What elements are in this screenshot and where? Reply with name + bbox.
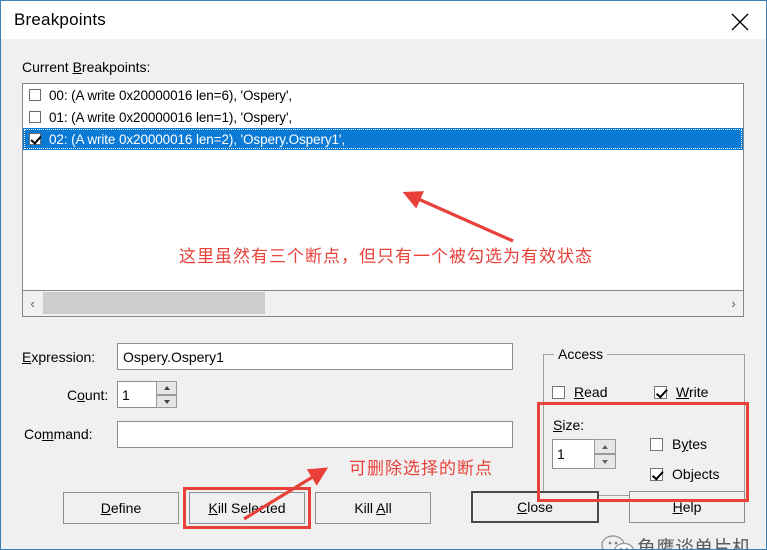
bytes-label: Bytes — [672, 436, 708, 452]
close-window-button[interactable] — [714, 1, 766, 38]
size-label: Size: — [553, 417, 585, 433]
wechat-icon — [601, 535, 634, 549]
access-groupbox-legend: Access — [554, 346, 608, 362]
list-horizontal-scrollbar[interactable]: ‹ › — [22, 291, 744, 317]
size-decrement-button[interactable] — [594, 454, 616, 469]
checkbox-box — [650, 437, 663, 451]
breakpoint-enable-checkbox[interactable] — [29, 89, 41, 101]
breakpoint-text: 00: (A write 0x20000016 len=6), 'Ospery'… — [49, 87, 293, 103]
dialog-body: Current Breakpoints: 00: (A write 0x2000… — [1, 39, 766, 549]
objects-label: Objects — [672, 466, 720, 482]
count-increment-button[interactable] — [156, 381, 177, 395]
bytes-checkbox[interactable]: Bytes — [650, 436, 707, 452]
size-input[interactable] — [552, 439, 595, 469]
breakpoints-dialog: Breakpoints Current Breakpoints: 00: (A … — [0, 0, 767, 550]
expression-input[interactable] — [117, 343, 513, 370]
scroll-left-arrow-icon[interactable]: ‹ — [23, 291, 42, 315]
read-label: Read — [574, 384, 608, 400]
chevron-up-icon — [163, 386, 170, 390]
size-stepper[interactable] — [552, 439, 616, 469]
chevron-down-icon — [163, 399, 170, 404]
annotation-kill-note: 可删除选择的断点 — [349, 459, 493, 478]
command-input[interactable] — [117, 421, 513, 448]
kill-all-button[interactable]: Kill All — [315, 492, 431, 524]
define-button[interactable]: Define — [63, 492, 179, 524]
objects-checkbox[interactable]: Objects — [650, 466, 720, 482]
chevron-down-icon — [602, 459, 608, 464]
watermark-text: 鱼鹰谈单片机 — [637, 538, 752, 550]
close-button[interactable]: Close — [471, 491, 599, 523]
count-stepper[interactable] — [117, 381, 177, 408]
count-decrement-button[interactable] — [156, 394, 177, 408]
close-x-icon — [731, 13, 749, 31]
annotation-breakpoints-note: 这里虽然有三个断点，但只有一个被勾选为有效状态 — [179, 247, 593, 266]
count-label: Count: — [67, 387, 109, 403]
write-label: Write — [676, 384, 709, 400]
breakpoint-enable-checkbox[interactable] — [29, 133, 41, 145]
list-item-selected[interactable]: 02: (A write 0x20000016 len=2), 'Ospery.… — [23, 128, 743, 150]
count-input[interactable] — [117, 381, 157, 408]
kill-selected-button[interactable]: Kill Selected — [189, 492, 305, 524]
command-label: Command: — [24, 426, 93, 442]
scrollbar-thumb[interactable] — [43, 292, 265, 314]
list-item[interactable]: 01: (A write 0x20000016 len=1), 'Ospery'… — [23, 106, 743, 128]
expression-label: Expression: — [22, 349, 96, 365]
current-breakpoints-label: Current Breakpoints: — [22, 59, 151, 75]
title-bar: Breakpoints — [1, 1, 766, 40]
breakpoint-text: 01: (A write 0x20000016 len=1), 'Ospery'… — [49, 109, 293, 125]
breakpoint-text: 02: (A write 0x20000016 len=2), 'Ospery.… — [49, 131, 346, 147]
scroll-right-arrow-icon[interactable]: › — [724, 291, 743, 315]
watermark: 鱼鹰谈单片机 — [601, 528, 761, 550]
chevron-up-icon — [602, 444, 608, 449]
size-increment-button[interactable] — [594, 439, 616, 454]
breakpoint-enable-checkbox[interactable] — [29, 111, 41, 123]
checkbox-box — [552, 385, 565, 399]
checkbox-box — [650, 467, 663, 481]
list-item[interactable]: 00: (A write 0x20000016 len=6), 'Ospery'… — [23, 84, 743, 106]
help-button[interactable]: Help — [629, 491, 745, 523]
window-title: Breakpoints — [14, 10, 106, 29]
read-checkbox[interactable]: Read — [552, 384, 607, 400]
checkbox-box — [654, 385, 667, 399]
write-checkbox[interactable]: Write — [654, 384, 708, 400]
